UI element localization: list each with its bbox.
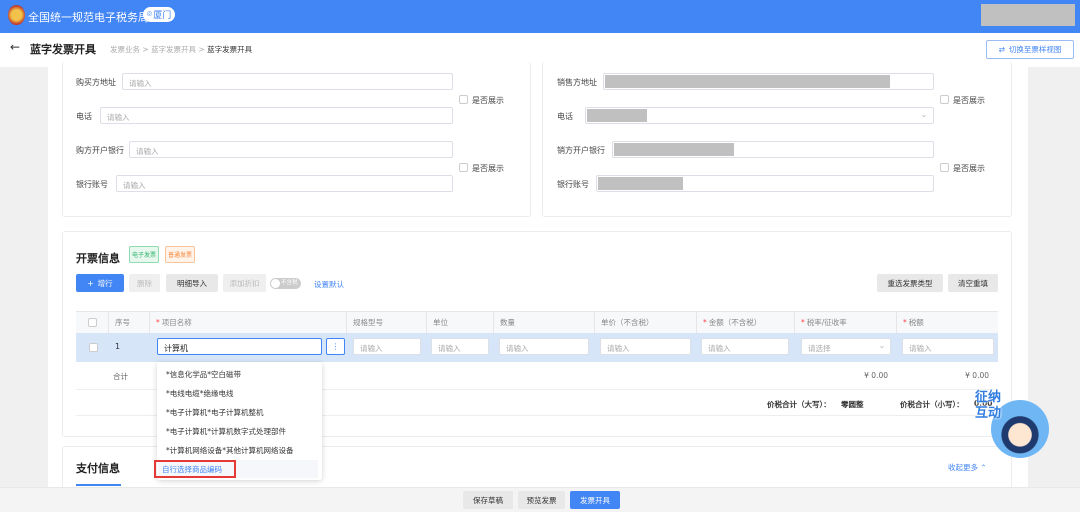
breadcrumb-item[interactable]: 蓝字发票开具 <box>151 45 196 54</box>
seller-address-input[interactable] <box>603 73 934 90</box>
col-unit-price: 单价（不含税） <box>595 311 697 333</box>
col-unit: 单位 <box>427 311 494 333</box>
buyer-address-input[interactable]: 请输入 <box>122 73 453 90</box>
dropdown-item[interactable]: *电子计算机*电子计算机整机 <box>166 407 264 418</box>
payment-section-title: 支付信息 <box>76 462 120 475</box>
col-tax-rate: * 税率/征收率 <box>795 311 897 333</box>
tax-rate-select[interactable]: 请选择 ⌄ <box>801 338 891 355</box>
user-info-redacted[interactable] <box>981 4 1075 26</box>
chevron-down-icon: ⌄ <box>878 341 885 350</box>
mascot-label: 征纳互动 <box>975 390 1002 421</box>
chevron-down-icon: ⌄ <box>920 110 927 119</box>
page-title: 蓝字发票开具 <box>30 43 96 56</box>
show-label: 是否展示 <box>953 164 985 173</box>
col-index: 序号 <box>109 311 150 333</box>
clear-refill-button[interactable]: 清空重填 <box>948 274 998 292</box>
show-label: 是否展示 <box>472 96 504 105</box>
col-select-all <box>76 311 109 333</box>
buyer-address-label: 购买方地址 <box>76 78 116 87</box>
app-title: 全国统一规范电子税务局 <box>28 11 149 24</box>
invoice-section-title: 开票信息 <box>76 252 120 265</box>
col-item-name: * 项目名称 <box>150 311 347 333</box>
dropdown-item[interactable]: *信息化学品*空白磁带 <box>166 369 241 380</box>
add-discount-button[interactable]: 添加折扣 <box>223 274 266 292</box>
save-draft-button[interactable]: 保存草稿 <box>463 491 513 509</box>
custom-product-code-option[interactable]: 自行选择商品编码 <box>154 460 236 478</box>
unit-input[interactable]: 请输入 <box>431 338 489 355</box>
seller-account-input[interactable] <box>596 175 934 192</box>
import-details-button[interactable]: 明细导入 <box>166 274 218 292</box>
select-all-checkbox[interactable] <box>88 317 97 327</box>
col-amount: * 金额（不含税） <box>697 311 795 333</box>
seller-show-address-checkbox[interactable] <box>940 95 949 104</box>
breadcrumb-item[interactable]: 发票业务 <box>110 45 140 54</box>
seller-bank-label: 销方开户银行 <box>557 146 605 155</box>
buyer-account-label: 银行账号 <box>76 180 108 189</box>
delete-button[interactable]: 删除 <box>129 274 160 292</box>
set-default-link[interactable]: 设置默认 <box>314 279 344 290</box>
show-label: 是否展示 <box>953 96 985 105</box>
buyer-phone-input[interactable]: 请输入 <box>100 107 453 124</box>
buyer-show-address-checkbox[interactable] <box>459 95 468 104</box>
seller-address-label: 销售方地址 <box>557 78 597 87</box>
more-options-icon[interactable]: ⋮ <box>326 338 345 355</box>
switch-view-button[interactable]: ⇄ 切换至票样视图 <box>986 40 1074 59</box>
reselect-invoice-type-button[interactable]: 重选发票类型 <box>877 274 943 292</box>
add-row-button[interactable]: + 增行 <box>76 274 124 292</box>
dropdown-item[interactable]: *电线电缆*绝缘电线 <box>166 388 234 399</box>
buyer-bank-label: 购方开户银行 <box>76 146 124 155</box>
spec-input[interactable]: 请输入 <box>353 338 421 355</box>
tax-emblem-logo <box>8 5 25 25</box>
grand-total-upper-label: 价税合计（大写）： <box>767 400 831 409</box>
grand-total-lower-label: 价税合计（小写）： <box>900 400 964 409</box>
back-arrow-icon[interactable]: ← <box>10 40 20 54</box>
col-tax: * 税额 <box>903 317 924 327</box>
col-quantity: 数量 <box>494 311 595 333</box>
total-amount: ¥ 0.00 <box>864 371 888 380</box>
issue-invoice-button[interactable]: 发票开具 <box>570 491 620 509</box>
interaction-mascot-widget[interactable]: 征纳互动 <box>975 390 1055 465</box>
buyer-show-bank-checkbox[interactable] <box>459 163 468 172</box>
tag-normal-invoice: 普通发票 <box>165 246 196 263</box>
show-label: 是否展示 <box>472 164 504 173</box>
total-label: 合计 <box>113 372 128 381</box>
amount-input[interactable]: 请输入 <box>701 338 789 355</box>
breadcrumb: 发票业务 > 蓝字发票开具 > 蓝字发票开具 <box>110 45 253 54</box>
tax-included-toggle[interactable]: 不含税 <box>270 278 301 289</box>
quantity-input[interactable]: 请输入 <box>499 338 589 355</box>
seller-phone-select[interactable]: ⌄ <box>585 107 934 124</box>
col-spec: 规格型号 <box>347 311 427 333</box>
plus-icon: + <box>87 278 94 288</box>
buyer-phone-label: 电话 <box>76 112 92 121</box>
top-header: 全国统一规范电子税务局 ⌾ 厦门 <box>0 0 1080 33</box>
tag-electronic-invoice: 电子发票 <box>129 246 160 263</box>
item-name-input[interactable]: 计算机 <box>157 338 322 355</box>
breadcrumb-current: 蓝字发票开具 <box>207 45 253 54</box>
seller-bank-input[interactable] <box>612 141 934 158</box>
dropdown-item[interactable]: *电子计算机*计算机数字式处理部件 <box>166 426 286 437</box>
row-index: 1 <box>115 342 121 351</box>
location-pin-icon: ⌾ <box>146 9 153 20</box>
grand-total-upper: 零圆整 <box>841 400 864 409</box>
total-tax: ¥ 0.00 <box>965 371 989 380</box>
row-checkbox[interactable] <box>89 343 98 352</box>
buyer-account-input[interactable]: 请输入 <box>116 175 453 192</box>
dropdown-item[interactable]: *计算机网络设备*其他计算机网络设备 <box>166 445 294 456</box>
preview-invoice-button[interactable]: 预览发票 <box>518 491 565 509</box>
swap-icon: ⇄ <box>998 45 1005 54</box>
tax-input[interactable]: 请输入 <box>902 338 994 355</box>
seller-account-label: 银行账号 <box>557 180 589 189</box>
location-badge[interactable]: ⌾ 厦门 <box>143 7 175 22</box>
buyer-bank-input[interactable]: 请输入 <box>129 141 453 158</box>
seller-phone-label: 电话 <box>557 112 573 121</box>
payment-tab-active[interactable] <box>76 484 121 486</box>
unit-price-input[interactable]: 请输入 <box>600 338 691 355</box>
seller-show-bank-checkbox[interactable] <box>940 163 949 172</box>
